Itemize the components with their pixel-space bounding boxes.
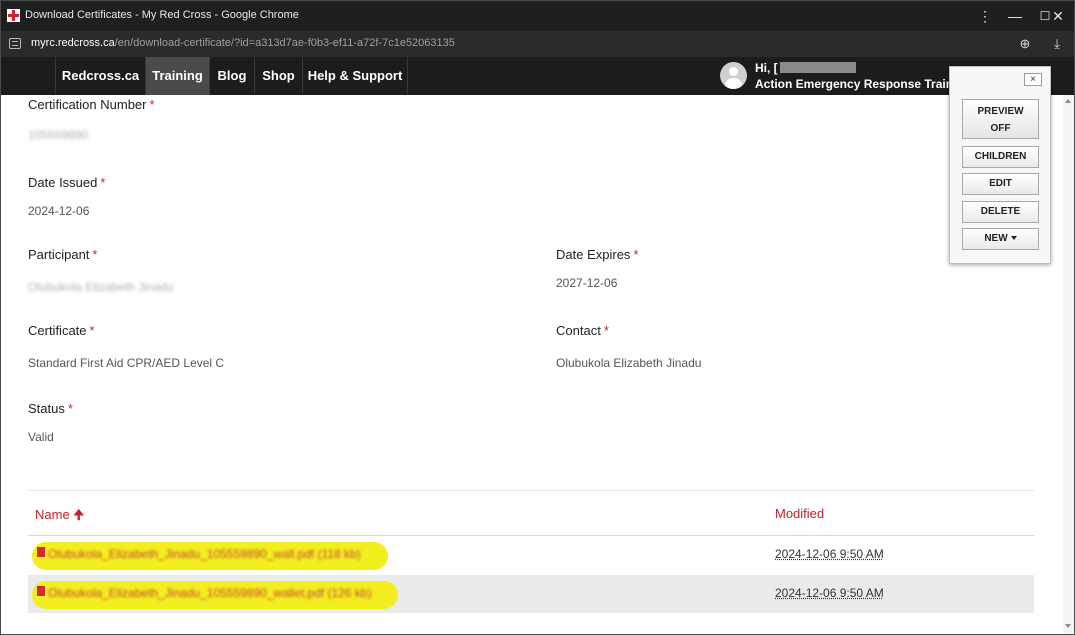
pdf-file-icon — [37, 547, 45, 557]
close-window-button[interactable]: ✕ — [1044, 5, 1072, 27]
contact-label: Contact * — [556, 323, 609, 338]
redacted-username — [779, 62, 856, 73]
cms-edit-panel: × PREVIEW OFF CHILDREN EDIT DELETE NEW — [949, 66, 1051, 264]
scroll-down-icon[interactable] — [1065, 624, 1071, 628]
column-header-modified[interactable]: Modified — [775, 506, 824, 521]
date-expires-label: Date Expires * — [556, 247, 638, 262]
status-label: Status * — [28, 401, 73, 416]
required-marker: * — [89, 323, 95, 338]
address-bar[interactable]: myrc.redcross.ca/en/download-certificate… — [1, 31, 1074, 57]
avatar[interactable] — [720, 62, 747, 89]
preview-label: PREVIEW — [977, 106, 1024, 117]
table-row[interactable]: Olubukola_Elizabeth_Jinadu_105559890_wal… — [28, 575, 1034, 613]
required-marker: * — [633, 247, 639, 262]
file-modified-date: 2024-12-06 9:50 AM — [775, 547, 884, 561]
required-marker: * — [100, 175, 106, 190]
certificate-label: Certificate * — [28, 323, 95, 338]
section-divider — [28, 490, 1034, 491]
red-cross-favicon-icon — [7, 9, 20, 22]
date-expires-value: 2027-12-06 — [556, 276, 618, 290]
sort-ascending-icon: 🠉 — [73, 507, 85, 522]
certification-number-value: 105559890 — [28, 128, 89, 142]
required-marker: * — [92, 247, 98, 262]
required-marker: * — [149, 97, 155, 112]
date-issued-label-text: Date Issued — [28, 175, 98, 190]
url-path: /en/download-certificate/?id=a313d7ae-f0… — [114, 37, 455, 49]
scroll-up-icon[interactable] — [1065, 99, 1071, 103]
certification-number-label: Certification Number * — [28, 97, 155, 112]
user-organization: Action Emergency Response Training — [755, 77, 951, 91]
user-greeting-text: Hi, [ — [755, 61, 778, 75]
date-expires-label-text: Date Expires — [556, 247, 631, 262]
pdf-file-icon — [37, 586, 45, 596]
minimize-button[interactable]: — — [1001, 5, 1029, 27]
certification-number-label-text: Certification Number — [28, 97, 147, 112]
site-info-icon[interactable] — [9, 38, 21, 49]
nav-item-help-support[interactable]: Help & Support — [302, 57, 408, 95]
preview-toggle-button[interactable]: PREVIEW OFF — [962, 99, 1039, 139]
certificate-label-text: Certificate — [28, 323, 87, 338]
participant-label: Participant * — [28, 247, 97, 262]
contact-label-text: Contact — [556, 323, 601, 338]
panel-close-button[interactable]: × — [1024, 73, 1042, 86]
new-button-label: NEW — [984, 233, 1008, 244]
status-value: Valid — [28, 430, 54, 444]
certificate-value: Standard First Aid CPR/AED Level C — [28, 356, 225, 370]
new-button[interactable]: NEW — [962, 228, 1039, 250]
column-header-name[interactable]: Name 🠉 — [35, 506, 84, 528]
download-icon[interactable]: ⤓ — [1048, 35, 1066, 53]
chevron-down-icon — [1010, 236, 1017, 240]
preview-state: OFF — [990, 123, 1011, 134]
browser-window: Download Certificates - My Red Cross - G… — [0, 0, 1075, 635]
user-greeting[interactable]: Hi, [ — [755, 61, 856, 75]
participant-label-text: Participant — [28, 247, 90, 262]
nav-item-shop[interactable]: Shop — [254, 57, 302, 95]
children-button[interactable]: CHILDREN — [962, 146, 1039, 168]
edit-button[interactable]: EDIT — [962, 173, 1039, 195]
contact-value: Olubukola Elizabeth Jinadu — [556, 356, 702, 370]
participant-value: Olubukola Elizabeth Jinadu — [28, 280, 174, 294]
file-name-link[interactable]: Olubukola_Elizabeth_Jinadu_105559890_wal… — [48, 547, 361, 561]
window-title: Download Certificates - My Red Cross - G… — [25, 9, 299, 21]
zoom-icon[interactable]: ⊕ — [1016, 35, 1034, 53]
nav-item-blog[interactable]: Blog — [209, 57, 254, 95]
date-issued-label: Date Issued * — [28, 175, 105, 190]
more-icon[interactable]: ⋮ — [971, 5, 999, 27]
nav-item-training[interactable]: Training — [145, 57, 209, 95]
delete-button[interactable]: DELETE — [962, 201, 1039, 223]
date-issued-value: 2024-12-06 — [28, 204, 90, 218]
status-label-text: Status — [28, 401, 65, 416]
file-name-link[interactable]: Olubukola_Elizabeth_Jinadu_105559890_wal… — [48, 586, 372, 600]
nav-item-redcross[interactable]: Redcross.ca — [55, 57, 145, 95]
column-header-name-text: Name — [35, 507, 70, 522]
url-text[interactable]: myrc.redcross.ca/en/download-certificate… — [31, 37, 455, 49]
file-modified-date: 2024-12-06 9:50 AM — [775, 586, 884, 600]
vertical-scrollbar[interactable] — [1063, 95, 1074, 634]
browser-title-bar: Download Certificates - My Red Cross - G… — [1, 1, 1074, 31]
url-host: myrc.redcross.ca — [31, 37, 115, 49]
table-row[interactable]: Olubukola_Elizabeth_Jinadu_105559890_wal… — [28, 536, 1034, 574]
required-marker: * — [603, 323, 609, 338]
required-marker: * — [67, 401, 73, 416]
